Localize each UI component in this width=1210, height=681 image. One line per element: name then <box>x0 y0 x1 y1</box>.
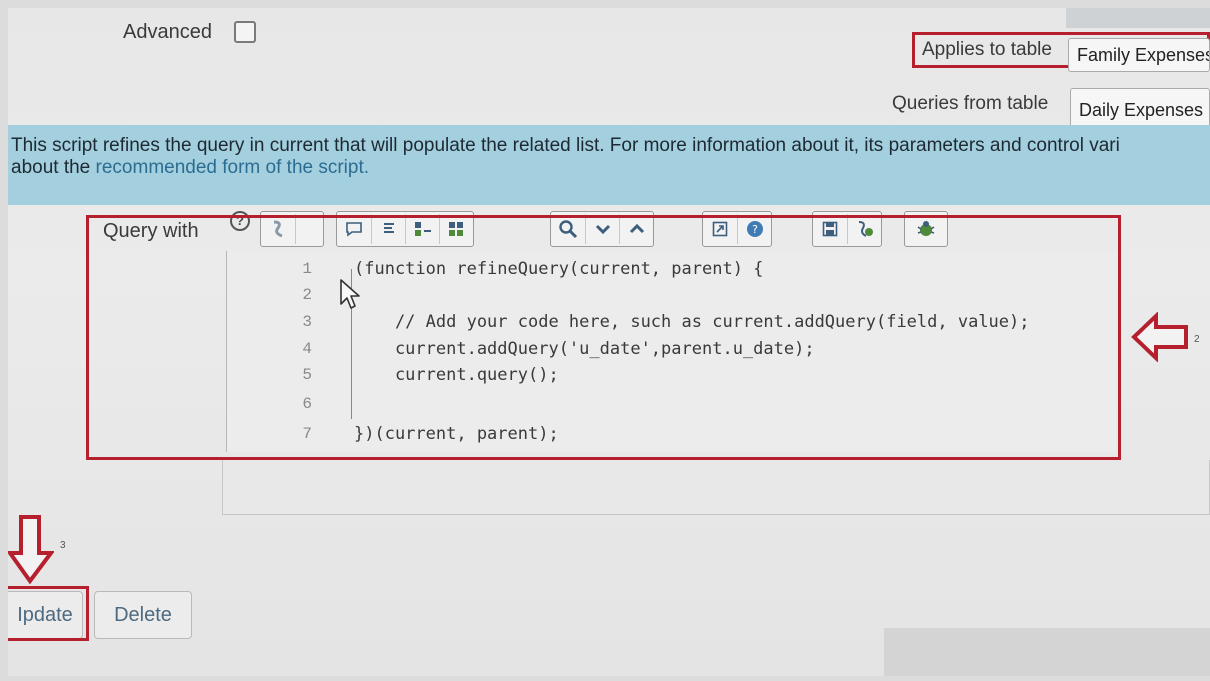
info-line-2-text: about the <box>11 157 96 178</box>
advanced-label: Advanced <box>123 21 212 43</box>
query-with-highlight <box>86 215 1121 460</box>
update-highlight <box>8 586 89 641</box>
editor-resize-area <box>222 460 1210 515</box>
recommended-form-link[interactable]: recommended form of the script. <box>96 157 370 178</box>
applies-to-label: Applies to table <box>922 39 1052 60</box>
top-field-edge <box>1066 8 1210 28</box>
annotation-number: 3 <box>60 540 66 551</box>
info-message: This script refines the query in current… <box>8 125 1210 205</box>
screen-glare <box>884 628 1210 676</box>
delete-button[interactable]: Delete <box>94 591 192 639</box>
arrow-down-icon <box>8 515 54 585</box>
info-line-1: This script refines the query in current… <box>11 135 1120 156</box>
advanced-checkbox[interactable] <box>234 21 256 43</box>
arrow-left-icon <box>1131 312 1188 362</box>
queries-from-label: Queries from table <box>892 93 1049 114</box>
applies-to-field[interactable]: Family Expenses <box>1068 38 1210 72</box>
annotation-number: 2 <box>1194 334 1200 345</box>
form-screen: Advanced Applies to table Family Expense… <box>8 8 1210 676</box>
info-line-2: about the recommended form of the script… <box>11 157 1210 179</box>
